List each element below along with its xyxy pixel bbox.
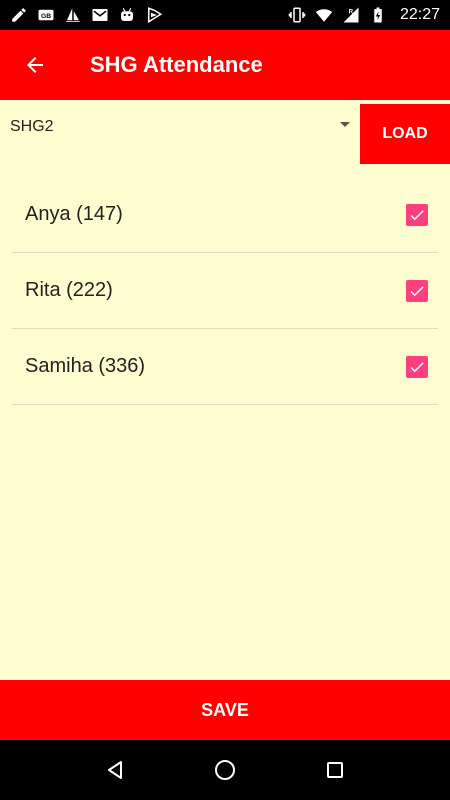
arrow-back-icon (27, 57, 43, 73)
save-button[interactable]: SAVE (0, 680, 450, 740)
member-name: Rita (222) (25, 279, 113, 301)
back-button[interactable] (0, 30, 70, 100)
nav-back-button[interactable] (91, 746, 139, 794)
square-recents-icon (327, 762, 343, 778)
list-item[interactable]: Samiha (336) (12, 329, 438, 405)
mail-icon (91, 6, 109, 24)
android-icon (118, 6, 136, 24)
vibrate-icon (288, 6, 306, 24)
gb-badge-icon: GB (37, 6, 55, 24)
attendance-checkbox[interactable] (406, 279, 428, 302)
status-right-icons: R 22:27 (288, 6, 440, 24)
list-item[interactable]: Anya (147) (12, 177, 438, 253)
svg-text:GB: GB (41, 13, 51, 20)
member-list: Anya (147) Rita (222) Samiha (336) (12, 177, 438, 405)
navigation-bar (0, 740, 450, 800)
status-bar: GB R 22:27 (0, 0, 450, 30)
circle-home-icon (215, 760, 235, 780)
nav-recents-button[interactable] (311, 746, 359, 794)
status-left-icons: GB (10, 6, 163, 24)
triangle-back-icon (108, 761, 122, 779)
list-item[interactable]: Rita (222) (12, 253, 438, 329)
shg-dropdown[interactable]: SHG2 (0, 104, 360, 156)
load-button[interactable]: LOAD (360, 104, 450, 164)
play-protect-icon (145, 6, 163, 24)
check-icon (410, 285, 424, 296)
member-name: Samiha (336) (25, 355, 146, 377)
selector-row: SHG2 LOAD (0, 104, 450, 164)
dropdown-arrow-icon (340, 122, 350, 127)
nav-home-button[interactable] (201, 746, 249, 794)
signal-roaming-icon: R (342, 6, 360, 24)
sailing-icon (64, 6, 82, 24)
app-bar: SHG Attendance (0, 30, 450, 100)
attendance-checkbox[interactable] (406, 203, 428, 226)
check-icon (410, 361, 424, 372)
check-icon (410, 209, 424, 220)
shg-dropdown-value: SHG2 (10, 118, 54, 135)
page-title: SHG Attendance (90, 52, 263, 77)
member-name: Anya (147) (25, 203, 123, 225)
svg-text:R: R (349, 10, 354, 16)
battery-charging-icon (369, 6, 387, 24)
wifi-icon (315, 6, 333, 24)
attendance-checkbox[interactable] (406, 355, 428, 378)
edit-icon (10, 6, 28, 24)
status-time: 22:27 (399, 6, 440, 23)
